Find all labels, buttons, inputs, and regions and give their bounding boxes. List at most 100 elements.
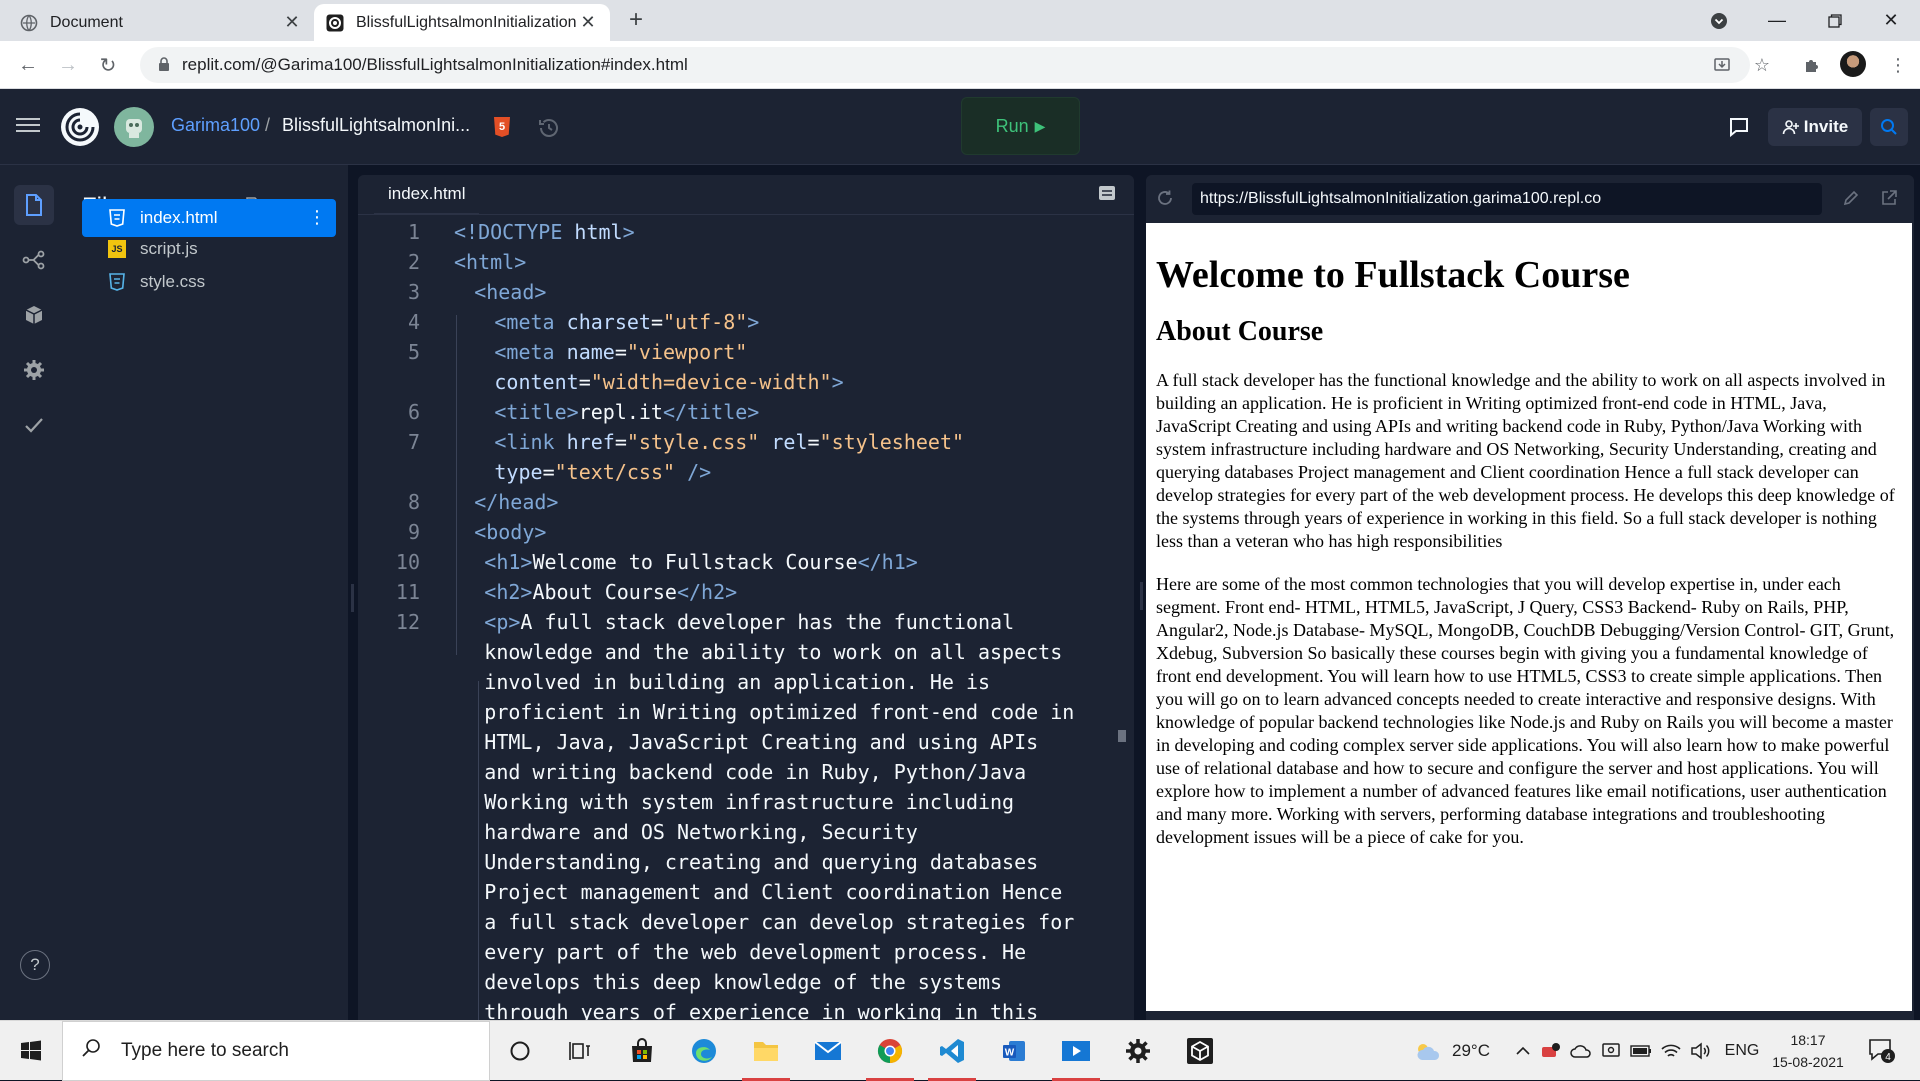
hamburger-menu-icon[interactable]	[16, 114, 40, 138]
system-clock[interactable]: 18:17 15-08-2021	[1766, 1029, 1850, 1073]
files-icon[interactable]	[14, 185, 54, 225]
cube-app-icon[interactable]	[1170, 1021, 1230, 1081]
browser-tab-replit[interactable]: BlissfulLightsalmonInitialization - ✕	[314, 4, 610, 41]
code-line: Working with system infrastructure inclu…	[358, 787, 1118, 817]
taskbar-search-box[interactable]: Type here to search	[62, 1021, 490, 1081]
browser-tab-document[interactable]: Document ✕	[8, 4, 314, 41]
address-bar[interactable]: replit.com/@Garima100/BlissfulLightsalmo…	[140, 47, 1750, 83]
webview-url-field[interactable]: https://BlissfulLightsalmonInitializatio…	[1192, 183, 1822, 215]
battery-icon[interactable]	[1628, 1021, 1654, 1081]
new-tab-button[interactable]: +	[622, 6, 650, 34]
browser-tab-label: BlissfulLightsalmonInitialization -	[356, 13, 578, 31]
chat-icon[interactable]	[1720, 108, 1758, 146]
code-line: involved in building an application. He …	[358, 667, 1118, 697]
chrome-icon[interactable]	[860, 1021, 920, 1081]
line-number	[358, 727, 420, 757]
media-player-icon[interactable]	[1046, 1021, 1106, 1081]
version-control-icon[interactable]	[14, 240, 54, 280]
install-app-icon[interactable]	[1710, 53, 1734, 77]
replit-logo-icon[interactable]	[58, 105, 102, 149]
search-icon	[81, 1038, 101, 1064]
line-number	[358, 877, 420, 907]
file-menu-icon[interactable]: ⋮	[308, 208, 326, 226]
open-new-tab-icon[interactable]	[1880, 189, 1900, 209]
onedrive-cloud-icon[interactable]	[1568, 1021, 1594, 1081]
code-line: hardware and OS Networking, Security	[358, 817, 1118, 847]
cortana-icon[interactable]	[490, 1021, 550, 1081]
mail-icon[interactable]	[798, 1021, 858, 1081]
code-line: 8 </head>	[358, 487, 1118, 517]
help-button[interactable]: ?	[20, 950, 50, 980]
indent-guide	[478, 681, 479, 1020]
back-arrow-icon[interactable]: ←	[14, 51, 42, 79]
window-close-icon[interactable]: ✕	[1862, 0, 1920, 41]
line-number: 1	[407, 220, 420, 244]
maximize-icon[interactable]	[1806, 0, 1864, 41]
code-text: <body>	[474, 520, 547, 544]
edit-pencil-icon[interactable]	[1842, 189, 1862, 209]
windows-start-icon[interactable]	[0, 1021, 62, 1081]
code-line: 10 <h1>Welcome to Fullstack Course</h1>	[358, 547, 1118, 577]
minimize-icon[interactable]: —	[1748, 0, 1806, 41]
editor-menu-icon[interactable]	[1098, 185, 1118, 203]
code-line: 5 <meta name="viewport"	[358, 337, 1118, 367]
code-text: Working with system infrastructure inclu…	[484, 790, 1015, 814]
browser-menu-icon[interactable]: ⋮	[1886, 53, 1910, 77]
line-number: 5	[407, 340, 420, 364]
code-text: HTML, Java, JavaScript Creating and usin…	[484, 730, 1039, 754]
webview-reload-icon[interactable]	[1156, 189, 1176, 209]
word-icon[interactable]: W	[984, 1021, 1044, 1081]
notification-center-icon[interactable]: 4	[1866, 1035, 1896, 1065]
code-editor: index.html 1 <!DOCTYPE html> 2 <html> 3 <head…	[358, 175, 1134, 1020]
task-view-icon[interactable]	[550, 1021, 610, 1081]
code-line: a full stack developer can develop strat…	[358, 907, 1118, 937]
chevron-up-icon[interactable]	[1512, 1021, 1534, 1081]
settings-gear-icon[interactable]	[1108, 1021, 1168, 1081]
line-number: 6	[407, 400, 420, 424]
panel-resize-handle[interactable]	[1140, 582, 1143, 610]
close-icon[interactable]: ✕	[578, 12, 598, 33]
vscode-icon[interactable]	[922, 1021, 982, 1081]
forward-arrow-icon[interactable]: →	[54, 51, 82, 79]
close-icon[interactable]: ✕	[282, 12, 302, 33]
editor-scrollbar-thumb[interactable]	[1118, 730, 1126, 742]
extensions-puzzle-icon[interactable]	[1800, 53, 1824, 77]
editor-tab-index-html[interactable]: index.html	[374, 175, 480, 215]
checkmark-icon[interactable]	[14, 405, 54, 445]
panel-resize-handle[interactable]	[351, 584, 354, 612]
code-area[interactable]: 1 <!DOCTYPE html> 2 <html> 3 <head> 4 <meta cha…	[358, 215, 1118, 1020]
code-line: Understanding, creating and querying dat…	[358, 847, 1118, 877]
search-icon[interactable]	[1870, 108, 1908, 146]
tab-search-icon[interactable]	[1690, 0, 1748, 41]
app-tray-icon[interactable]	[1538, 1021, 1564, 1081]
code-text: and writing backend code in Ruby, Python…	[484, 760, 1027, 784]
user-avatar[interactable]	[114, 107, 154, 147]
repl-name[interactable]: BlissfulLightsalmonIni...	[282, 115, 470, 136]
code-line: content="width=device-width">	[358, 367, 1118, 397]
js-file-icon: JS	[108, 240, 126, 258]
line-number	[358, 697, 420, 727]
bookmark-star-icon[interactable]: ☆	[1750, 53, 1774, 77]
history-icon[interactable]	[536, 115, 562, 141]
file-item-style-css[interactable]: style.css	[82, 263, 336, 301]
input-language[interactable]: ENG	[1722, 1021, 1762, 1081]
line-number	[358, 787, 420, 817]
packages-icon[interactable]	[14, 295, 54, 335]
run-button[interactable]: Run ▶	[961, 97, 1080, 155]
volume-icon[interactable]	[1688, 1021, 1714, 1081]
code-text: Understanding, creating and querying dat…	[484, 850, 1039, 874]
reload-icon[interactable]: ↻	[94, 51, 122, 79]
line-number	[358, 367, 420, 397]
settings-gear-icon[interactable]	[14, 350, 54, 390]
store-icon[interactable]	[612, 1021, 672, 1081]
profile-avatar[interactable]	[1840, 51, 1866, 77]
file-explorer-icon[interactable]	[736, 1021, 796, 1081]
edge-browser-icon[interactable]	[674, 1021, 734, 1081]
wifi-icon[interactable]	[1658, 1021, 1684, 1081]
invite-button[interactable]: Invite	[1768, 108, 1862, 146]
code-text: <p>A full stack developer has the functi…	[484, 610, 1015, 634]
code-line: 1 <!DOCTYPE html>	[358, 217, 1118, 247]
weather-widget[interactable]: 29°C	[1414, 1021, 1490, 1081]
username-link[interactable]: Garima100	[171, 115, 260, 136]
device-tray-icon[interactable]	[1598, 1021, 1624, 1081]
